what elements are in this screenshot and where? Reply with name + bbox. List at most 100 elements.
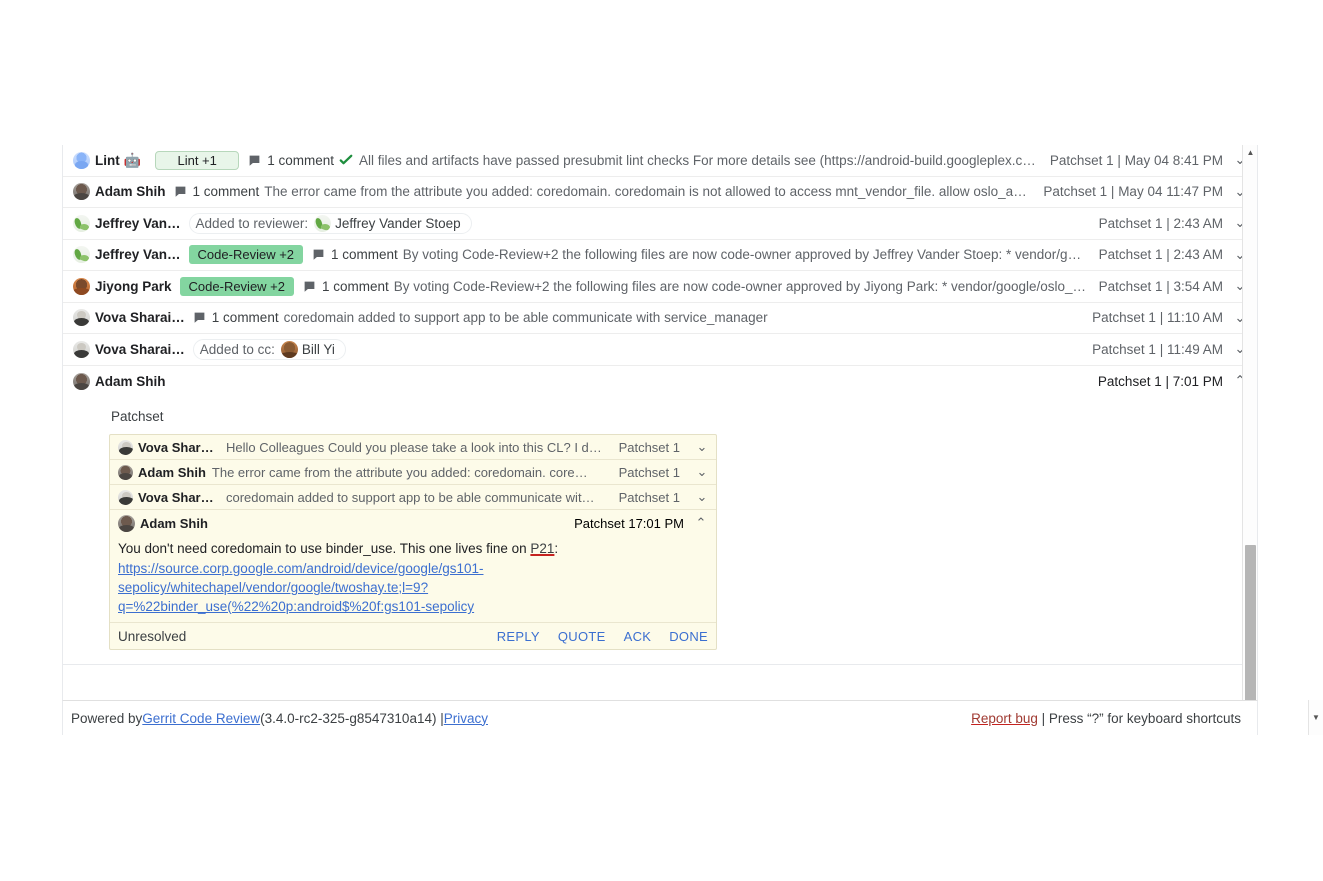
comment-snippet: coredomain added to support app to be ab…	[226, 489, 595, 505]
comment-count[interactable]: 1 comment	[331, 247, 398, 262]
patchset-heading: Patchset	[111, 409, 164, 424]
message-row[interactable]: Vova Sharai… 1 comment coredomain added to…	[63, 303, 1257, 334]
patchset-label: Patchset 1 | 2:43 AM	[1098, 215, 1223, 231]
patchset-label: Patchset 1 | May 04 8:41 PM	[1049, 152, 1223, 168]
comment-time: 7:01 PM	[635, 515, 684, 531]
chevron-down-icon[interactable]: ⌄	[694, 489, 710, 505]
message-author: Vova Sharai…	[95, 341, 185, 357]
message-meta: Patchset 1 | 2:43 AM ⌄	[1087, 246, 1249, 264]
comment-author: Vova Sharaie…	[138, 489, 220, 505]
message-author: Vova Sharai…	[95, 310, 185, 326]
p21-link[interactable]: P21	[530, 541, 554, 556]
comment-text-prefix: You don't need coredomain to use binder_…	[118, 541, 531, 556]
scroll-down-arrow-icon-footer[interactable]: ▼	[1308, 700, 1323, 735]
patchset-label: Patchset 1 | 11:10 AM	[1092, 310, 1223, 326]
message-text: By voting Code-Review+2 the following fi…	[393, 278, 1087, 294]
open-comment-header[interactable]: Adam Shih Patchset 1 7:01 PM ⌃	[110, 510, 716, 536]
comment-author: Adam Shih	[138, 464, 206, 480]
scrollbar-thumb[interactable]	[1245, 545, 1256, 705]
comment-snippet: Hello Colleagues Could you please take a…	[226, 439, 602, 455]
message-meta: Patchset 1 | 11:49 AM ⌄	[1080, 340, 1249, 358]
vote-chip[interactable]: Code-Review +2	[188, 245, 304, 265]
thread-comment-row[interactable]: Vova Sharaie… coredomain added to support…	[110, 485, 716, 510]
source-url-line-1[interactable]: https://source.corp.google.com/android/d…	[118, 559, 706, 578]
chevron-down-icon[interactable]: ⌄	[694, 439, 710, 455]
message-author: Adam Shih	[95, 373, 166, 389]
avatar	[314, 214, 332, 232]
privacy-link[interactable]: Privacy	[444, 711, 488, 726]
ack-button[interactable]: ACK	[624, 629, 652, 644]
comment-patchset: Patchset 1	[618, 464, 680, 480]
thread-comment-row[interactable]: Adam Shih The error came from the attribu…	[110, 460, 716, 485]
done-button[interactable]: DONE	[669, 629, 708, 644]
message-meta: Patchset 1 | 2:43 AM ⌄	[1087, 214, 1249, 232]
reply-button[interactable]: REPLY	[497, 629, 540, 644]
comment-count[interactable]: 1 comment	[322, 279, 389, 294]
message-text: The error came from the attribute you ad…	[264, 184, 1032, 200]
avatar	[118, 464, 133, 480]
comment-patchset: Patchset 1	[618, 489, 680, 505]
reviewer-pill-label: Added to reviewer:	[195, 215, 309, 231]
patchset-label: Patchset 1 | 11:49 AM	[1092, 341, 1223, 357]
comment-actions: REPLY QUOTE ACK DONE	[497, 629, 708, 644]
chevron-down-icon[interactable]: ⌄	[694, 464, 710, 480]
page-footer: Powered by Gerrit Code Review (3.4.0-rc2…	[62, 700, 1258, 735]
message-text: All files and artifacts have passed pres…	[358, 152, 1036, 168]
avatar	[118, 489, 133, 505]
reviewer-name: Bill Yi	[301, 341, 335, 357]
quote-button[interactable]: QUOTE	[558, 629, 606, 644]
comment-count[interactable]: 1 comment	[193, 184, 260, 199]
message-text: coredomain added to support app to be ab…	[283, 310, 768, 326]
vote-chip[interactable]: Lint +1	[155, 150, 240, 170]
comment-thread-footer: Unresolved REPLY QUOTE ACK DONE	[110, 622, 716, 649]
avatar	[73, 309, 90, 327]
message-meta: Patchset 1 | May 04 11:47 PM ⌄	[1031, 183, 1249, 201]
message-author: Lint	[95, 152, 120, 168]
vertical-scrollbar[interactable]: ▲ ▼	[1242, 145, 1257, 735]
avatar	[118, 514, 135, 532]
message-meta: Patchset 1 | 3:54 AM ⌄	[1087, 277, 1249, 295]
message-row[interactable]: Vova Sharai… Added to cc: Bill Yi Patchset …	[63, 334, 1257, 366]
message-row[interactable]: Adam Shih 1 comment The error came from th…	[63, 177, 1257, 208]
source-url-line-2[interactable]: sepolicy/whitechapel/vendor/google/twosh…	[118, 578, 706, 597]
avatar	[73, 183, 90, 201]
vote-chip[interactable]: Code-Review +2	[179, 276, 294, 296]
avatar	[280, 340, 298, 358]
report-bug-link[interactable]: Report bug	[971, 711, 1038, 726]
comment-snippet: The error came from the attribute you ad…	[211, 464, 588, 480]
keyboard-shortcuts-hint: | Press “?” for keyboard shortcuts	[1037, 710, 1241, 726]
patchset-label: Patchset 1 | 3:54 AM	[1098, 278, 1223, 294]
reviewer-pill-label: Added to cc:	[199, 341, 275, 357]
message-author: Jeffrey Van…	[95, 247, 181, 263]
message-author: Jiyong Park	[95, 278, 172, 294]
messages-viewport[interactable]: Lint 🤖 Lint +1 1 comment All files and artif…	[62, 145, 1258, 735]
comment-count[interactable]: 1 comment	[267, 153, 334, 168]
unresolved-status: Unresolved	[118, 628, 187, 644]
message-row-expanded[interactable]: Adam Shih Patchset 1 | 7:01 PM ⌃	[63, 366, 1257, 398]
message-meta: Patchset 1 | 11:10 AM ⌄	[1080, 309, 1249, 327]
messages-list: Lint 🤖 Lint +1 1 comment All files and artif…	[63, 145, 1257, 366]
message-row[interactable]: Jeffrey Van… Code-Review +2 1 comment By vo…	[63, 240, 1257, 271]
gerrit-code-review-link[interactable]: Gerrit Code Review	[142, 711, 260, 726]
avatar	[73, 340, 90, 358]
thread-comment-row[interactable]: Vova Sharaie… Hello Colleagues Could you …	[110, 435, 716, 460]
comment-patchset: Patchset 1	[574, 515, 636, 531]
scroll-up-arrow-icon[interactable]: ▲	[1243, 145, 1257, 160]
avatar	[73, 214, 90, 232]
source-url-line-3[interactable]: q=%22binder_use(%22%20p:android$%20f:gs1…	[118, 597, 706, 616]
avatar	[73, 372, 90, 390]
comment-patchset: Patchset 1	[618, 439, 680, 455]
comment-bubble-icon	[312, 248, 325, 261]
comment-bubble-icon	[303, 280, 316, 293]
avatar	[118, 439, 133, 455]
message-row[interactable]: Jeffrey Van… Added to reviewer: Jeffrey Va…	[63, 208, 1257, 240]
patchset-label: Patchset 1 | 7:01 PM	[1097, 373, 1223, 389]
chevron-up-icon[interactable]: ⌃	[692, 514, 710, 532]
reviewer-pill: Added to reviewer: Jeffrey Vander Stoep	[188, 212, 472, 234]
message-row[interactable]: Lint 🤖 Lint +1 1 comment All files and artif…	[63, 145, 1257, 177]
footer-right: Report bug | Press “?” for keyboard shor…	[971, 711, 1241, 726]
collapsed-comments-list: Vova Sharaie… Hello Colleagues Could you …	[110, 435, 716, 510]
comment-count[interactable]: 1 comment	[212, 310, 279, 325]
message-row[interactable]: Jiyong Park Code-Review +2 1 comment By vot…	[63, 271, 1257, 303]
expanded-message: Adam Shih Patchset 1 | 7:01 PM ⌃ Patchse…	[63, 366, 1257, 665]
